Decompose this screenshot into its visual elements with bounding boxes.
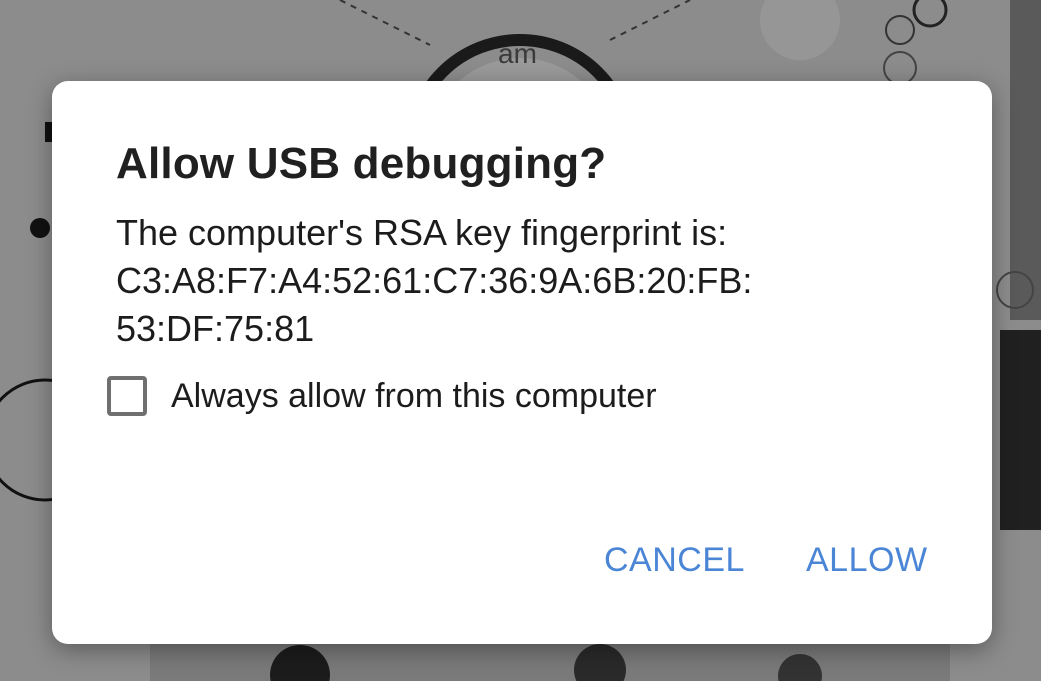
always-allow-checkbox[interactable] <box>107 376 147 416</box>
fingerprint-line-2: 53:DF:75:81 <box>116 308 315 349</box>
usb-debugging-dialog: Allow USB debugging? The computer's RSA … <box>52 81 992 644</box>
always-allow-checkbox-row[interactable]: Always allow from this computer <box>107 371 657 421</box>
dialog-message: The computer's RSA key fingerprint is: C… <box>116 209 916 353</box>
clock-am-label: am <box>498 38 537 69</box>
dialog-title: Allow USB debugging? <box>116 139 607 188</box>
cancel-button[interactable]: CANCEL <box>604 541 745 580</box>
fingerprint-line-1: C3:A8:F7:A4:52:61:C7:36:9A:6B:20:FB: <box>116 260 753 301</box>
message-text: The computer's RSA key fingerprint is: <box>116 212 728 253</box>
always-allow-label[interactable]: Always allow from this computer <box>171 377 657 416</box>
allow-button[interactable]: ALLOW <box>806 541 928 580</box>
